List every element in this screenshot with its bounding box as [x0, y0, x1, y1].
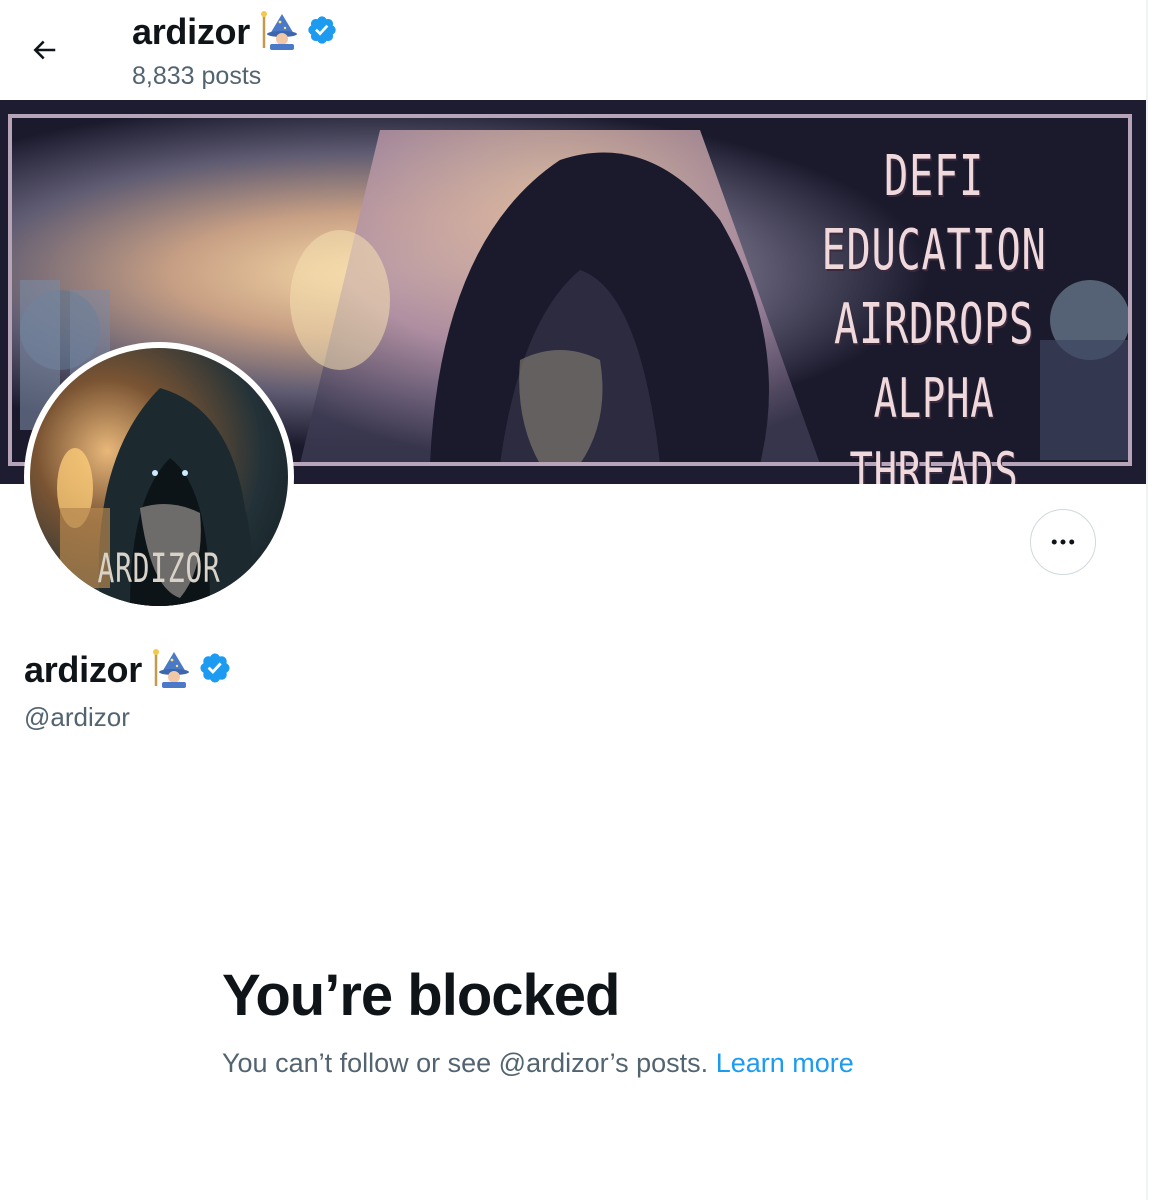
blocked-message-text: You can’t follow or see @ardizor’s posts… [222, 1048, 709, 1078]
column-divider [1146, 0, 1148, 1200]
banner-text-block: DEFI EDUCATION AIRDROPS ALPHA THREADS [744, 140, 1124, 484]
blocked-message: You can’t follow or see @ardizor’s posts… [222, 1048, 854, 1079]
wizard-emoji-icon [150, 648, 190, 693]
profile-avatar[interactable]: ARDIZOR [24, 342, 294, 612]
header-name-row: ardizor [132, 10, 338, 54]
profile-display-name: ardizor [24, 649, 142, 690]
banner-line-1: DEFI [884, 144, 984, 209]
header-posts-count: 8,833 posts [132, 62, 262, 90]
more-options-button[interactable] [1030, 509, 1096, 575]
blocked-title: You’re blocked [222, 963, 620, 1028]
verified-badge-icon [306, 14, 338, 51]
banner-line-4: ALPHA THREADS [849, 367, 1019, 484]
banner-line-3: AIRDROPS [834, 292, 1034, 357]
arrow-left-icon [33, 40, 56, 60]
profile-header-bar: ardizor 8,833 posts [0, 0, 1146, 100]
wizard-emoji-icon [258, 10, 298, 55]
avatar-image: ARDIZOR [30, 348, 288, 606]
avatar-label: ARDIZOR [97, 546, 221, 592]
more-horizontal-icon [1051, 539, 1075, 545]
profile-name-row: ardizor [24, 646, 232, 694]
profile-handle: @ardizor [24, 702, 130, 732]
banner-line-2: EDUCATION [821, 218, 1047, 283]
back-button[interactable] [20, 26, 68, 74]
header-display-name: ardizor [132, 11, 250, 52]
learn-more-link[interactable]: Learn more [716, 1048, 854, 1078]
verified-badge-icon[interactable] [198, 651, 232, 690]
